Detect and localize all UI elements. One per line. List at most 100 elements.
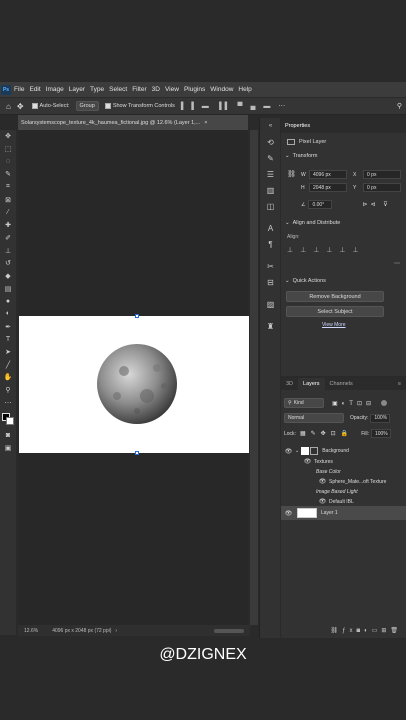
frame-tool-icon[interactable]: ⊠ bbox=[0, 193, 16, 206]
shape-tool-icon[interactable]: ╱ bbox=[0, 358, 16, 371]
x-field[interactable]: 0 px bbox=[363, 170, 401, 179]
eyedropper-tool-icon[interactable]: ⁄ bbox=[0, 206, 16, 219]
filter-toggle[interactable] bbox=[381, 400, 388, 406]
close-icon[interactable]: × bbox=[204, 120, 207, 126]
auto-select-checkbox[interactable] bbox=[31, 103, 38, 109]
brush-settings-icon[interactable]: ✎ bbox=[260, 150, 281, 166]
lasso-tool-icon[interactable]: ◌ bbox=[0, 155, 16, 168]
more-tools-icon[interactable]: ⋯ bbox=[0, 396, 16, 409]
screen-mode-icon[interactable]: ▣ bbox=[0, 442, 16, 455]
info-icon[interactable]: ⊟ bbox=[260, 274, 281, 290]
layers-footer-icons[interactable]: ⛓ƒx◙◐▭⊞🗑 bbox=[281, 624, 406, 636]
libraries-icon[interactable]: ▥ bbox=[260, 182, 281, 198]
quick-select-tool-icon[interactable]: ✎ bbox=[0, 168, 16, 181]
menu-filter[interactable]: Filter bbox=[132, 86, 146, 93]
search-icon[interactable]: ⚲ bbox=[397, 102, 402, 110]
history-brush-icon[interactable]: ↺ bbox=[0, 257, 16, 270]
path-select-tool-icon[interactable]: ➤ bbox=[0, 346, 16, 359]
character-icon[interactable]: A bbox=[260, 220, 281, 236]
history-icon[interactable]: ⟲ bbox=[260, 134, 281, 150]
menu-image[interactable]: Image bbox=[46, 86, 64, 93]
more-options-icon[interactable]: ⋯ bbox=[394, 260, 400, 267]
eye-icon[interactable]: 👁 bbox=[318, 498, 327, 505]
show-transform-checkbox[interactable] bbox=[104, 103, 111, 109]
opacity-field[interactable]: 100% bbox=[370, 413, 391, 423]
chevron-down-icon[interactable]: ⌄ bbox=[295, 448, 299, 454]
gradient-tool-icon[interactable]: ▤ bbox=[0, 282, 16, 295]
eye-icon[interactable]: 👁 bbox=[284, 510, 293, 517]
align-header[interactable]: ⌄ Align and Distribute bbox=[285, 220, 340, 226]
type-tool-icon[interactable]: T bbox=[0, 333, 16, 346]
zoom-level[interactable]: 12.6% bbox=[24, 628, 38, 634]
tab-3d[interactable]: 3D bbox=[281, 378, 298, 390]
menu-layer[interactable]: Layer bbox=[69, 86, 85, 93]
angle-field[interactable]: 0.00° bbox=[308, 200, 333, 209]
hand-tool-icon[interactable]: ✋ bbox=[0, 371, 16, 384]
move-tool-icon[interactable]: ✥ bbox=[0, 130, 16, 143]
quick-actions-header[interactable]: ⌄ Quick Actions bbox=[285, 278, 326, 284]
home-icon[interactable]: ⌂ bbox=[6, 102, 11, 111]
collapse-icon[interactable]: « bbox=[260, 118, 281, 134]
menu-help[interactable]: Help bbox=[238, 86, 251, 93]
adjustments-icon[interactable]: ☰ bbox=[260, 166, 281, 182]
link-icon[interactable]: ⛓ bbox=[287, 170, 296, 178]
eraser-tool-icon[interactable]: ◆ bbox=[0, 270, 16, 283]
transform-handle-top[interactable] bbox=[135, 314, 139, 318]
flip-icons[interactable]: ⊳⊲ ⊽ bbox=[362, 201, 390, 208]
height-field[interactable]: 2048 px bbox=[309, 183, 347, 192]
select-subject-button[interactable]: Select Subject bbox=[286, 306, 384, 317]
document-tab[interactable]: Solarsystemscope_texture_4k_haumea_ficti… bbox=[18, 115, 248, 130]
tab-properties[interactable]: Properties bbox=[281, 120, 314, 132]
blur-tool-icon[interactable]: ● bbox=[0, 295, 16, 308]
crop-tool-icon[interactable]: ⌗ bbox=[0, 181, 16, 194]
paragraph-icon[interactable]: ¶ bbox=[260, 236, 281, 252]
vertical-scrollbar[interactable] bbox=[250, 130, 258, 625]
marquee-tool-icon[interactable]: ⬚ bbox=[0, 143, 16, 156]
menu-file[interactable]: File bbox=[14, 86, 24, 93]
eye-icon[interactable]: 👁 bbox=[303, 458, 312, 465]
width-field[interactable]: 4096 px bbox=[309, 170, 347, 179]
plugin-icon[interactable]: ♜ bbox=[260, 318, 281, 334]
lock-icons[interactable]: ▦✎✥⊡🔒 bbox=[300, 430, 353, 437]
tool-presets-icon[interactable]: ✂ bbox=[260, 258, 281, 274]
move-tool-icon[interactable]: ✥ bbox=[17, 102, 24, 111]
align-icons[interactable]: ▌▐ ▬ ▐▌ ▀ ▄ ▬ ⋯ bbox=[181, 102, 288, 110]
color-swatches[interactable] bbox=[0, 409, 16, 429]
eye-icon[interactable]: 👁 bbox=[318, 478, 327, 485]
navigator-icon[interactable]: ▨ bbox=[260, 296, 281, 312]
eye-icon[interactable]: 👁 bbox=[284, 448, 293, 455]
pen-tool-icon[interactable]: ✒ bbox=[0, 320, 16, 333]
transform-handle-bottom[interactable] bbox=[135, 451, 139, 455]
brush-tool-icon[interactable]: ✐ bbox=[0, 232, 16, 245]
horizontal-scrollbar[interactable] bbox=[214, 628, 244, 633]
zoom-tool-icon[interactable]: ⚲ bbox=[0, 384, 16, 397]
align-buttons[interactable]: ⊥⊥⊥⊥⊥⊥ bbox=[287, 246, 366, 254]
tab-layers[interactable]: Layers bbox=[298, 378, 325, 390]
menu-3d[interactable]: 3D bbox=[152, 86, 160, 93]
document-canvas[interactable] bbox=[19, 316, 249, 453]
auto-select-dropdown[interactable]: Group bbox=[75, 101, 99, 111]
kind-filter-dropdown[interactable]: ⚲ Kind bbox=[284, 398, 324, 408]
panel-menu-icon[interactable]: ≡ bbox=[393, 378, 406, 390]
tab-channels[interactable]: Channels bbox=[325, 378, 358, 390]
remove-background-button[interactable]: Remove Background bbox=[286, 291, 384, 302]
quick-mask-icon[interactable]: ◙ bbox=[0, 429, 16, 442]
y-field[interactable]: 0 px bbox=[363, 183, 401, 192]
menu-view[interactable]: View bbox=[165, 86, 179, 93]
menu-type[interactable]: Type bbox=[90, 86, 104, 93]
fill-field[interactable]: 100% bbox=[370, 429, 391, 438]
view-more-link[interactable]: View More bbox=[322, 322, 346, 328]
menu-edit[interactable]: Edit bbox=[29, 86, 40, 93]
stamp-tool-icon[interactable]: ⊥ bbox=[0, 244, 16, 257]
swatches-icon[interactable]: ◫ bbox=[260, 198, 281, 214]
layer-row-layer-1[interactable]: 👁 Layer 1 bbox=[281, 506, 406, 520]
filter-icons[interactable]: ▣◐T⊡⊟ bbox=[332, 400, 375, 407]
menu-plugins[interactable]: Plugins bbox=[184, 86, 205, 93]
healing-tool-icon[interactable]: ✚ bbox=[0, 219, 16, 232]
blend-mode-dropdown[interactable]: Normal bbox=[284, 413, 344, 423]
status-arrow-icon[interactable]: › bbox=[115, 628, 117, 634]
menu-select[interactable]: Select bbox=[109, 86, 127, 93]
transform-header[interactable]: ⌄ Transform bbox=[281, 145, 406, 159]
dodge-tool-icon[interactable]: ◐ bbox=[0, 308, 16, 321]
menu-window[interactable]: Window bbox=[210, 86, 233, 93]
